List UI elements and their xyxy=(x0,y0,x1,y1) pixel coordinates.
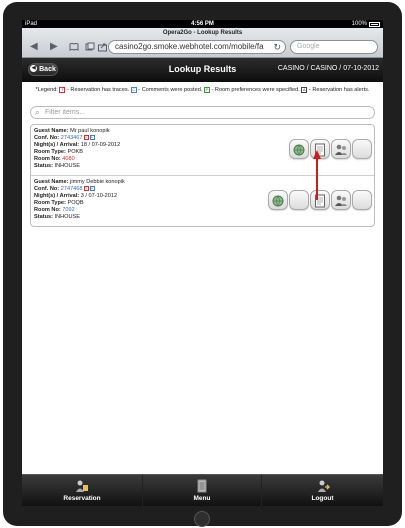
room-no: 7092 xyxy=(62,207,75,213)
profile-button[interactable] xyxy=(331,139,351,159)
status-value: INHOUSE xyxy=(54,214,81,220)
reload-icon[interactable]: ↻ xyxy=(273,41,281,53)
conf-no-label: Conf. No: xyxy=(34,186,60,192)
battery-icon xyxy=(369,22,380,27)
trace-indicator-icon: T xyxy=(59,86,66,93)
tab-reservation-label: Reservation xyxy=(63,495,101,502)
tab-logout-label: Logout xyxy=(311,495,334,502)
preference-indicator-icon: P xyxy=(203,86,210,93)
results-list: Guest Name: Mr paul konopik Conf. No: 27… xyxy=(30,124,375,227)
legend-prefs-text: - Room preferences were specified. xyxy=(211,87,300,93)
filter-box: ⌕ xyxy=(30,106,375,119)
room-no: 4080 xyxy=(62,156,75,162)
reservation-icon xyxy=(76,480,88,492)
room-type: POKB xyxy=(67,149,84,155)
browser-search-box[interactable]: Google xyxy=(290,40,378,54)
search-icon: ⌕ xyxy=(35,108,40,117)
legend-alerts-text: - Reservation has alerts. xyxy=(308,87,370,93)
url-bar[interactable]: casino2go.smoke.webhotel.com/mobile/fa ↻ xyxy=(108,40,286,54)
tab-logout[interactable]: Logout xyxy=(262,475,383,506)
battery-percent: 100% xyxy=(351,21,367,27)
nights-arrival: 3 / 07-10-2012 xyxy=(80,193,118,199)
logout-icon xyxy=(317,480,330,492)
browser-page-title: Opera2Go - Lookup Results xyxy=(162,30,243,36)
nights-arrival-label: Night(s) / Arrival: xyxy=(34,193,80,199)
ipad-screen: iPad 4:56 PM 100% Opera2Go - Lookup Resu… xyxy=(22,20,383,506)
room-assign-button[interactable] xyxy=(289,139,309,159)
app-header: ◀ Back Lookup Results CASINO / CASINO / 0… xyxy=(22,58,383,82)
tab-menu[interactable]: Menu xyxy=(142,475,262,506)
conf-no-label: Conf. No: xyxy=(34,135,60,141)
trace-indicator-icon: T xyxy=(83,186,89,192)
clock: 4:56 PM xyxy=(191,21,214,27)
room-assign-button[interactable] xyxy=(268,190,288,210)
filter-input[interactable] xyxy=(45,108,365,117)
room-no-label: Room No: xyxy=(34,207,61,213)
list-item: Guest Name: Mr paul konopik Conf. No: 27… xyxy=(31,125,374,176)
status-label: Status: xyxy=(34,214,53,220)
guest-name: jimmy Debbie konopik xyxy=(70,179,125,185)
legend: *Legend: T - Reservation has traces. C -… xyxy=(30,86,375,94)
forward-arrow-icon[interactable]: ▶ xyxy=(50,42,58,52)
globe-icon xyxy=(293,144,305,156)
empty-action-button[interactable] xyxy=(289,190,309,210)
comment-indicator-icon: C xyxy=(130,86,137,93)
alert-indicator-icon: A xyxy=(301,86,308,93)
tabs-icon[interactable] xyxy=(85,42,95,55)
room-type-label: Room Type: xyxy=(34,149,66,155)
people-icon xyxy=(335,195,347,206)
back-arrow-icon[interactable]: ◀ xyxy=(30,42,38,52)
bookmarks-icon[interactable] xyxy=(69,42,79,55)
guest-name-label: Guest Name: xyxy=(34,128,69,134)
home-button[interactable] xyxy=(194,511,210,527)
browser-toolbar: Opera2Go - Lookup Results ◀ ▶ casino2go.… xyxy=(22,28,383,58)
bottom-tab-bar: Reservation Menu Logout xyxy=(22,474,383,506)
empty-action-button[interactable] xyxy=(352,139,372,159)
red-annotation-arrow xyxy=(313,150,321,200)
profile-button[interactable] xyxy=(331,190,351,210)
list-item: Guest Name: jimmy Debbie konopik Conf. N… xyxy=(31,176,374,226)
status-label: Status: xyxy=(34,163,53,169)
status-bar: iPad 4:56 PM 100% xyxy=(22,20,383,28)
legend-prefix: *Legend: xyxy=(35,87,58,93)
conf-no-link[interactable]: 2743467 xyxy=(61,135,83,141)
nights-arrival-label: Night(s) / Arrival: xyxy=(34,142,80,148)
menu-icon xyxy=(197,479,207,493)
guest-info: Guest Name: jimmy Debbie konopik Conf. N… xyxy=(34,179,125,221)
share-icon[interactable] xyxy=(98,42,107,55)
tab-reservation[interactable]: Reservation xyxy=(22,475,142,506)
legend-comments-text: - Comments were posted. xyxy=(138,87,203,93)
guest-name: Mr paul konopik xyxy=(70,128,110,134)
empty-action-button[interactable] xyxy=(352,190,372,210)
guest-info: Guest Name: Mr paul konopik Conf. No: 27… xyxy=(34,128,120,170)
trace-indicator-icon: T xyxy=(83,135,89,141)
comment-indicator-icon: C xyxy=(89,135,95,141)
guest-name-label: Guest Name: xyxy=(34,179,69,185)
legend-traces-text: - Reservation has traces. xyxy=(67,87,130,93)
status-value: INHOUSE xyxy=(54,163,81,169)
people-icon xyxy=(335,144,347,155)
conf-no-link[interactable]: 2747468 xyxy=(61,186,83,192)
url-text: casino2go.smoke.webhotel.com/mobile/fa xyxy=(115,42,264,51)
room-type-label: Room Type: xyxy=(34,200,66,206)
tab-menu-label: Menu xyxy=(193,495,211,502)
nights-arrival: 18 / 07-09-2012 xyxy=(80,142,121,148)
room-type: POQB xyxy=(67,200,84,206)
property-date-context: CASINO / CASINO / 07-10-2012 xyxy=(277,65,379,72)
room-no-label: Room No: xyxy=(34,156,61,162)
globe-icon xyxy=(272,195,284,207)
comment-indicator-icon: C xyxy=(89,186,95,192)
